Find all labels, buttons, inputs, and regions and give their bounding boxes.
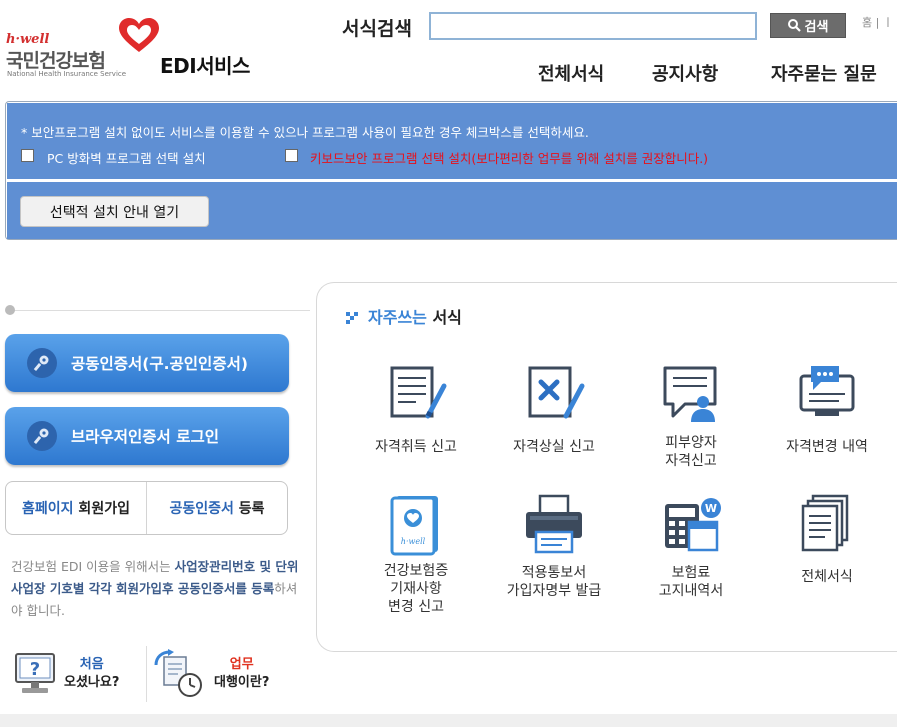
key-icon	[27, 421, 57, 451]
keyboard-security-checkbox[interactable]	[285, 149, 298, 162]
agency-line-1: 업무	[229, 657, 254, 672]
first-visit-line-2: 오셨나요?	[64, 675, 120, 690]
first-visit-line-1: 처음	[79, 657, 104, 672]
search-label: 서식검색	[342, 18, 412, 40]
signup-highlight: 홈페이지	[22, 501, 74, 517]
cert-register-button[interactable]: 공동인증서 등록	[146, 482, 287, 534]
divider	[146, 646, 147, 702]
form-label: 자격상실 신고	[513, 439, 595, 455]
form-label: 피부양자 자격신고	[665, 435, 717, 469]
browser-cert-login-button[interactable]: 브라우저인증서 로그인	[5, 407, 289, 465]
form-label: 적용통보서 가입자명부 발급	[506, 565, 602, 599]
document-x-icon	[528, 366, 585, 419]
form-qualification-loss[interactable]: 자격상실 신고	[484, 362, 624, 456]
chat-monitor-icon	[799, 366, 855, 416]
form-notice-member-list[interactable]: 적용통보서 가입자명부 발급	[484, 492, 624, 600]
search-icon	[787, 19, 801, 32]
svg-text:W: W	[705, 502, 717, 515]
calculator-icon: W	[665, 498, 721, 552]
security-guide-bar: 선택적 설치 안내 열기	[7, 182, 897, 239]
svg-text:h·well: h·well	[401, 537, 426, 546]
security-options: * 보안프로그램 설치 없이도 서비스를 이용할 수 있으나 프로그램 사용이 …	[7, 103, 897, 179]
person-board-icon	[663, 366, 717, 422]
svg-text:?: ?	[30, 659, 40, 680]
logo-brand: h·well	[6, 32, 50, 47]
info-text-1: 건강보험 EDI 이용을 위해서는	[11, 559, 175, 574]
form-label: 자격취득 신고	[375, 439, 457, 455]
keyboard-security-label: 키보드보안 프로그램 선택 설치(보다편리한 업무를 위해 설치를 권장합니다.…	[310, 151, 709, 166]
decor-dot	[5, 305, 15, 315]
document-pen-icon	[390, 366, 447, 419]
firewall-label: PC 방화벽 프로그램 선택 설치	[47, 151, 206, 166]
form-label: 자격변경 내역	[786, 439, 868, 455]
form-dependent-report[interactable]: 피부양자 자격신고	[621, 362, 761, 470]
frequent-forms-title-rest: 서식	[426, 308, 462, 327]
member-actions: 홈페이지 회원가입 공동인증서 등록	[5, 481, 288, 535]
form-label: 전체서식	[801, 569, 853, 585]
footer-bar	[0, 714, 897, 727]
logo-org-en: National Health Insurance Service	[7, 70, 127, 78]
signup-info-text: 건강보험 EDI 이용을 위해서는 사업장관리번호 및 단위 사업장 기호별 각…	[11, 556, 301, 622]
search-button[interactable]: 검색	[770, 13, 846, 38]
frequent-forms-title: 자주쓰는 서식	[346, 304, 462, 328]
security-panel: * 보안프로그램 설치 없이도 서비스를 이용할 수 있으나 프로그램 사용이 …	[5, 101, 897, 240]
cert-register-label: 등록	[233, 501, 265, 517]
security-note: * 보안프로그램 설치 없이도 서비스를 이용할 수 있으나 프로그램 사용이 …	[21, 125, 589, 140]
search-input[interactable]	[429, 12, 757, 40]
search-button-label: 검색	[804, 20, 829, 35]
form-health-card-change[interactable]: h·well 건강보험증 기재사항 변경 신고	[346, 492, 486, 616]
top-links[interactable]: 홈 | ㅣ	[862, 14, 893, 30]
key-icon	[27, 348, 57, 378]
bullet-icon	[346, 312, 358, 324]
document-clock-icon	[154, 649, 202, 697]
health-card-icon: h·well	[390, 496, 438, 556]
divider	[10, 310, 310, 311]
form-qualification-acquire[interactable]: 자격취득 신고	[346, 362, 486, 456]
first-visit-link[interactable]: ? 처음 오셨나요?	[14, 646, 142, 702]
install-guide-button[interactable]: 선택적 설치 안내 열기	[20, 196, 209, 227]
signup-button[interactable]: 홈페이지 회원가입	[6, 482, 146, 534]
document-stack-icon	[801, 494, 849, 552]
form-label: 보험료 고지내역서	[658, 565, 724, 599]
logo-org-name: 국민건강보험	[6, 50, 106, 72]
signup-label: 회원가입	[73, 501, 130, 517]
service-title: EDI서비스	[160, 54, 250, 78]
nav-faq[interactable]: 자주묻는 질문	[771, 60, 877, 86]
joint-cert-login-button[interactable]: 공동인증서(구.공인인증서)	[5, 334, 289, 392]
form-label: 건강보험증 기재사항 변경 신고	[383, 563, 449, 615]
nav-all-forms[interactable]: 전체서식	[538, 60, 604, 86]
firewall-checkbox[interactable]	[21, 149, 34, 162]
heart-logo-icon	[119, 18, 159, 52]
form-all-forms[interactable]: 전체서식	[757, 492, 897, 586]
agency-info-link[interactable]: 업무 대행이란?	[152, 646, 292, 702]
nhis-logo[interactable]: h·well 국민건강보험 National Health Insurance …	[6, 18, 166, 82]
nav-notices[interactable]: 공지사항	[652, 60, 718, 86]
cert-register-highlight: 공동인증서	[169, 501, 234, 517]
printer-icon	[526, 494, 582, 554]
form-premium-notice[interactable]: W 보험료 고지내역서	[621, 492, 761, 600]
agency-line-2: 대행이란?	[214, 675, 270, 690]
monitor-question-icon: ?	[15, 653, 55, 693]
form-qualification-change[interactable]: 자격변경 내역	[757, 362, 897, 456]
joint-cert-label: 공동인증서(구.공인인증서)	[71, 355, 248, 373]
frequent-forms-title-accent: 자주쓰는	[368, 308, 427, 327]
browser-cert-label: 브라우저인증서 로그인	[71, 428, 219, 446]
